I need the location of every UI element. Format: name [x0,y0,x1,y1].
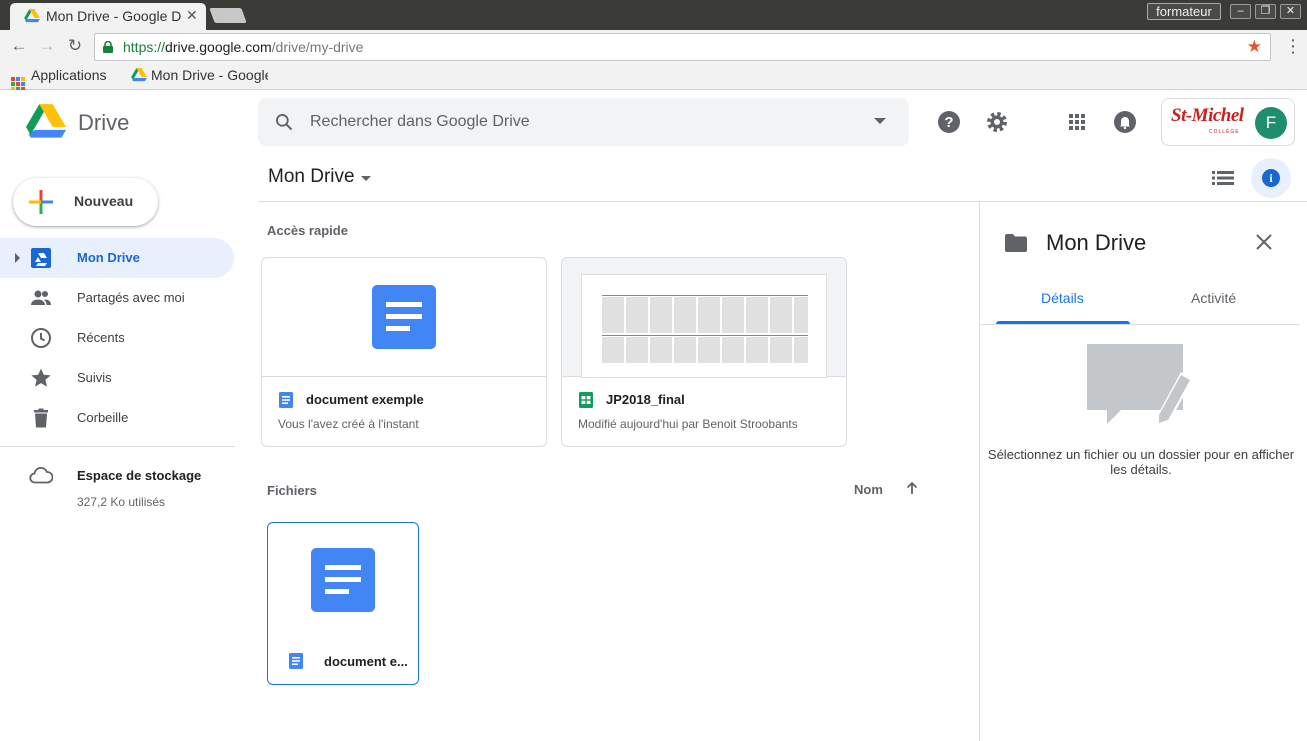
sidebar-item-label: Récents [77,330,125,345]
info-icon: i [1262,169,1280,187]
reload-icon[interactable]: ↻ [65,36,85,56]
bookmark-applications[interactable]: Applications [11,67,107,91]
header-divider [258,201,1307,202]
url-text: https://drive.google.com/drive/my-drive [123,39,364,55]
apps-grid-icon[interactable] [1065,110,1089,134]
tab-close-icon[interactable]: ✕ [186,7,198,24]
spreadsheet-thumbnail [562,258,846,378]
close-window-icon[interactable]: ✕ [1280,4,1301,19]
sort-ascending-arrow-icon[interactable] [904,480,920,496]
drive-favicon-icon [24,9,40,23]
drive-page: Drive ? St-Michel COLLÈGE F Mon Drive [0,90,1307,741]
people-icon [31,290,51,305]
sidebar-item-label: Suivis [77,370,112,385]
doc-icon [289,653,303,669]
minimize-icon[interactable]: – [1230,4,1251,19]
doc-large-icon [372,285,436,349]
sidebar-item-suivis[interactable]: Suivis [0,358,234,398]
tab-activity[interactable]: Activité [1191,290,1236,306]
organization-logo: St-Michel [1171,105,1244,126]
tab-title: Mon Drive - Google Drive [46,8,182,24]
comment-edit-illustration-icon [1087,344,1193,424]
forward-icon[interactable]: → [37,36,57,56]
folder-icon [1005,234,1027,252]
lock-icon [103,41,113,53]
doc-thumbnail [262,258,546,377]
sidebar-divider [0,446,235,447]
quick-access-title: Accès rapide [267,223,348,238]
browser-title-bar: Mon Drive - Google Drive ✕ formateur – ❐… [0,0,1307,30]
sidebar-item-label: Mon Drive [77,250,140,265]
plus-icon [29,190,53,214]
sidebar-item-recents[interactable]: Récents [0,318,234,358]
doc-icon [279,392,293,408]
search-icon[interactable] [274,112,294,132]
details-empty-message: Sélectionnez un fichier ou un dossier po… [987,447,1295,477]
storage-title[interactable]: Espace de stockage [77,468,201,483]
info-toggle-button[interactable]: i [1251,158,1291,198]
svg-text:?: ? [944,114,953,131]
bookmarks-bar: Applications Mon Drive - Google Drive [0,63,1307,91]
files-title: Fichiers [267,483,317,498]
new-tab-button[interactable] [209,8,247,23]
quick-access-subtitle: Modifié aujourd'hui par Benoit Stroobant… [578,417,798,431]
search-input[interactable] [310,110,850,134]
browser-menu-icon[interactable]: ⋮ [1284,37,1302,55]
organization-logo-subtitle: COLLÈGE [1209,129,1240,135]
quick-access-card[interactable]: document exemple Vous l'avez créé à l'in… [261,257,547,447]
expand-arrow-icon[interactable] [15,253,20,263]
spreadsheet-icon [579,392,593,408]
apps-grid-icon [11,77,25,91]
storage-used: 327,2 Ko utilisés [77,495,166,509]
bookmark-mon-drive[interactable]: Mon Drive - Google Drive [131,67,268,83]
back-icon[interactable]: ← [9,36,29,56]
list-view-icon[interactable] [1212,168,1234,188]
sidebar-item-label: Partagés avec moi [77,290,185,305]
file-name: document e... [324,654,408,669]
cloud-icon [29,466,53,484]
sidebar-item-mon-drive[interactable]: Mon Drive [0,238,234,278]
tabs-divider [980,324,1300,325]
notifications-bell-icon[interactable] [1113,110,1137,134]
tab-details[interactable]: Détails [1041,290,1084,306]
quick-access-name: document exemple [306,392,424,407]
details-pane-divider [979,202,980,741]
sidebar-item-partages[interactable]: Partagés avec moi [0,278,234,318]
new-button-label: Nouveau [74,193,134,209]
help-icon[interactable]: ? [937,110,961,134]
sidebar-item-corbeille[interactable]: Corbeille [0,398,234,438]
profile-chip[interactable]: formateur [1147,3,1221,20]
quick-access-subtitle: Vous l'avez créé à l'instant [278,417,419,431]
clock-icon [31,328,51,348]
browser-tab-active[interactable]: Mon Drive - Google Drive ✕ [10,3,206,30]
doc-large-icon [311,548,375,612]
file-card[interactable]: document e... [267,522,419,685]
quick-access-name: JP2018_final [606,392,685,407]
breadcrumb-dropdown-icon[interactable] [361,176,371,181]
settings-gear-icon[interactable] [985,110,1009,134]
quick-access-card[interactable]: JP2018_final Modifié aujourd'hui par Ben… [561,257,847,447]
sidebar-item-label: Corbeille [77,410,129,425]
sort-by-name[interactable]: Nom [854,482,883,497]
drive-icon [131,68,147,82]
star-icon [31,368,51,387]
search-options-icon[interactable] [874,118,886,124]
new-button[interactable]: Nouveau [13,178,158,226]
account-switcher[interactable]: St-Michel COLLÈGE F [1161,98,1295,146]
bookmark-star-icon[interactable]: ★ [1247,37,1262,57]
address-bar[interactable]: https://drive.google.com/drive/my-drive … [94,33,1271,61]
close-icon[interactable] [1254,232,1274,252]
browser-toolbar: ← → ↻ https://drive.google.com/drive/my-… [0,30,1307,63]
drive-logo-icon[interactable] [26,104,66,140]
my-drive-icon [31,248,51,268]
breadcrumb-mon-drive[interactable]: Mon Drive [268,166,355,188]
restore-icon[interactable]: ❐ [1255,4,1276,19]
app-name: Drive [78,110,130,135]
trash-icon [34,408,48,428]
avatar[interactable]: F [1255,107,1287,139]
details-title: Mon Drive [1046,230,1147,255]
search-bar[interactable] [258,98,909,146]
